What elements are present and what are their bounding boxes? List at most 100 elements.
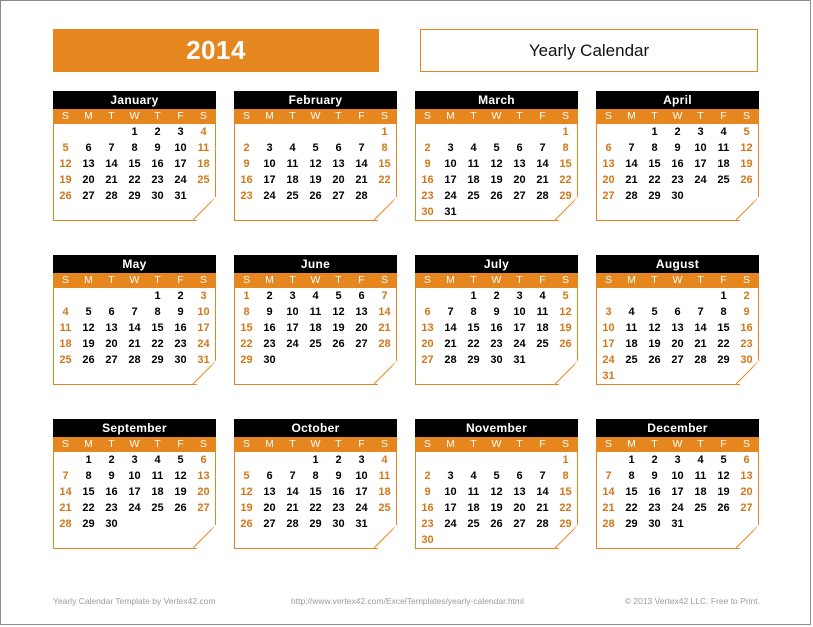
day-cell[interactable]: 2 [643, 452, 666, 468]
day-cell[interactable]: 21 [531, 500, 554, 516]
day-cell[interactable]: 28 [281, 516, 304, 532]
day-cell[interactable]: 17 [597, 336, 620, 352]
day-cell[interactable]: 16 [258, 320, 281, 336]
day-cell[interactable]: 12 [485, 156, 508, 172]
day-cell[interactable]: 4 [531, 288, 554, 304]
day-cell[interactable]: 27 [508, 516, 531, 532]
day-cell[interactable]: 26 [485, 188, 508, 204]
day-cell[interactable]: 17 [689, 156, 712, 172]
day-cell[interactable]: 20 [508, 500, 531, 516]
day-cell[interactable]: 23 [146, 172, 169, 188]
day-cell[interactable]: 24 [666, 500, 689, 516]
day-cell[interactable]: 26 [235, 516, 258, 532]
day-cell[interactable]: 18 [462, 500, 485, 516]
day-cell[interactable]: 25 [531, 336, 554, 352]
day-cell[interactable]: 27 [508, 188, 531, 204]
day-cell[interactable]: 6 [327, 140, 350, 156]
day-cell[interactable]: 3 [258, 140, 281, 156]
day-cell[interactable]: 14 [100, 156, 123, 172]
day-cell[interactable]: 10 [258, 156, 281, 172]
day-cell[interactable]: 7 [597, 468, 620, 484]
day-cell[interactable]: 31 [192, 352, 215, 368]
day-cell[interactable]: 23 [327, 500, 350, 516]
day-cell[interactable]: 30 [416, 532, 439, 548]
day-cell[interactable]: 5 [485, 140, 508, 156]
day-cell[interactable]: 3 [350, 452, 373, 468]
day-cell[interactable]: 9 [235, 156, 258, 172]
day-cell[interactable]: 6 [258, 468, 281, 484]
day-cell[interactable]: 8 [620, 468, 643, 484]
day-cell[interactable]: 20 [258, 500, 281, 516]
day-cell[interactable]: 5 [304, 140, 327, 156]
day-cell[interactable]: 24 [192, 336, 215, 352]
day-cell[interactable]: 12 [712, 468, 735, 484]
day-cell[interactable]: 18 [689, 484, 712, 500]
day-cell[interactable]: 28 [689, 352, 712, 368]
day-cell[interactable]: 10 [192, 304, 215, 320]
day-cell[interactable]: 19 [54, 172, 77, 188]
day-cell[interactable]: 30 [169, 352, 192, 368]
day-cell[interactable]: 8 [235, 304, 258, 320]
day-cell[interactable]: 23 [735, 336, 758, 352]
day-cell[interactable]: 11 [304, 304, 327, 320]
day-cell[interactable]: 17 [666, 484, 689, 500]
day-cell[interactable]: 17 [169, 156, 192, 172]
day-cell[interactable]: 9 [100, 468, 123, 484]
day-cell[interactable]: 7 [531, 468, 554, 484]
day-cell[interactable]: 13 [416, 320, 439, 336]
day-cell[interactable]: 1 [235, 288, 258, 304]
day-cell[interactable]: 12 [554, 304, 577, 320]
day-cell[interactable]: 17 [192, 320, 215, 336]
day-cell[interactable]: 15 [235, 320, 258, 336]
day-cell[interactable]: 23 [258, 336, 281, 352]
day-cell[interactable]: 26 [77, 352, 100, 368]
day-cell[interactable]: 21 [123, 336, 146, 352]
day-cell[interactable]: 20 [666, 336, 689, 352]
day-cell[interactable]: 3 [508, 288, 531, 304]
day-cell[interactable]: 25 [54, 352, 77, 368]
day-cell[interactable]: 28 [123, 352, 146, 368]
day-cell[interactable]: 23 [643, 500, 666, 516]
footer-url[interactable]: http://www.vertex42.com/ExcelTemplates/y… [291, 596, 524, 606]
day-cell[interactable]: 31 [350, 516, 373, 532]
day-cell[interactable]: 2 [100, 452, 123, 468]
day-cell[interactable]: 6 [350, 288, 373, 304]
day-cell[interactable]: 6 [416, 304, 439, 320]
day-cell[interactable]: 31 [169, 188, 192, 204]
day-cell[interactable]: 16 [235, 172, 258, 188]
day-cell[interactable]: 1 [77, 452, 100, 468]
day-cell[interactable]: 5 [169, 452, 192, 468]
day-cell[interactable]: 30 [416, 204, 439, 220]
day-cell[interactable]: 25 [281, 188, 304, 204]
day-cell[interactable]: 29 [123, 188, 146, 204]
day-cell[interactable]: 30 [327, 516, 350, 532]
day-cell[interactable]: 6 [597, 140, 620, 156]
day-cell[interactable]: 11 [620, 320, 643, 336]
day-cell[interactable]: 14 [689, 320, 712, 336]
day-cell[interactable]: 26 [54, 188, 77, 204]
day-cell[interactable]: 20 [100, 336, 123, 352]
day-cell[interactable]: 21 [439, 336, 462, 352]
day-cell[interactable]: 17 [508, 320, 531, 336]
day-cell[interactable]: 6 [100, 304, 123, 320]
day-cell[interactable]: 22 [123, 172, 146, 188]
day-cell[interactable]: 12 [235, 484, 258, 500]
day-cell[interactable]: 3 [439, 468, 462, 484]
day-cell[interactable]: 13 [327, 156, 350, 172]
day-cell[interactable]: 3 [666, 452, 689, 468]
day-cell[interactable]: 19 [485, 500, 508, 516]
day-cell[interactable]: 13 [735, 468, 758, 484]
day-cell[interactable]: 4 [712, 124, 735, 140]
day-cell[interactable]: 12 [643, 320, 666, 336]
day-cell[interactable]: 19 [643, 336, 666, 352]
day-cell[interactable]: 8 [712, 304, 735, 320]
day-cell[interactable]: 8 [373, 140, 396, 156]
day-cell[interactable]: 25 [304, 336, 327, 352]
day-cell[interactable]: 21 [531, 172, 554, 188]
day-cell[interactable]: 1 [462, 288, 485, 304]
day-cell[interactable]: 6 [735, 452, 758, 468]
day-cell[interactable]: 4 [462, 468, 485, 484]
day-cell[interactable]: 27 [735, 500, 758, 516]
day-cell[interactable]: 27 [77, 188, 100, 204]
day-cell[interactable]: 20 [192, 484, 215, 500]
